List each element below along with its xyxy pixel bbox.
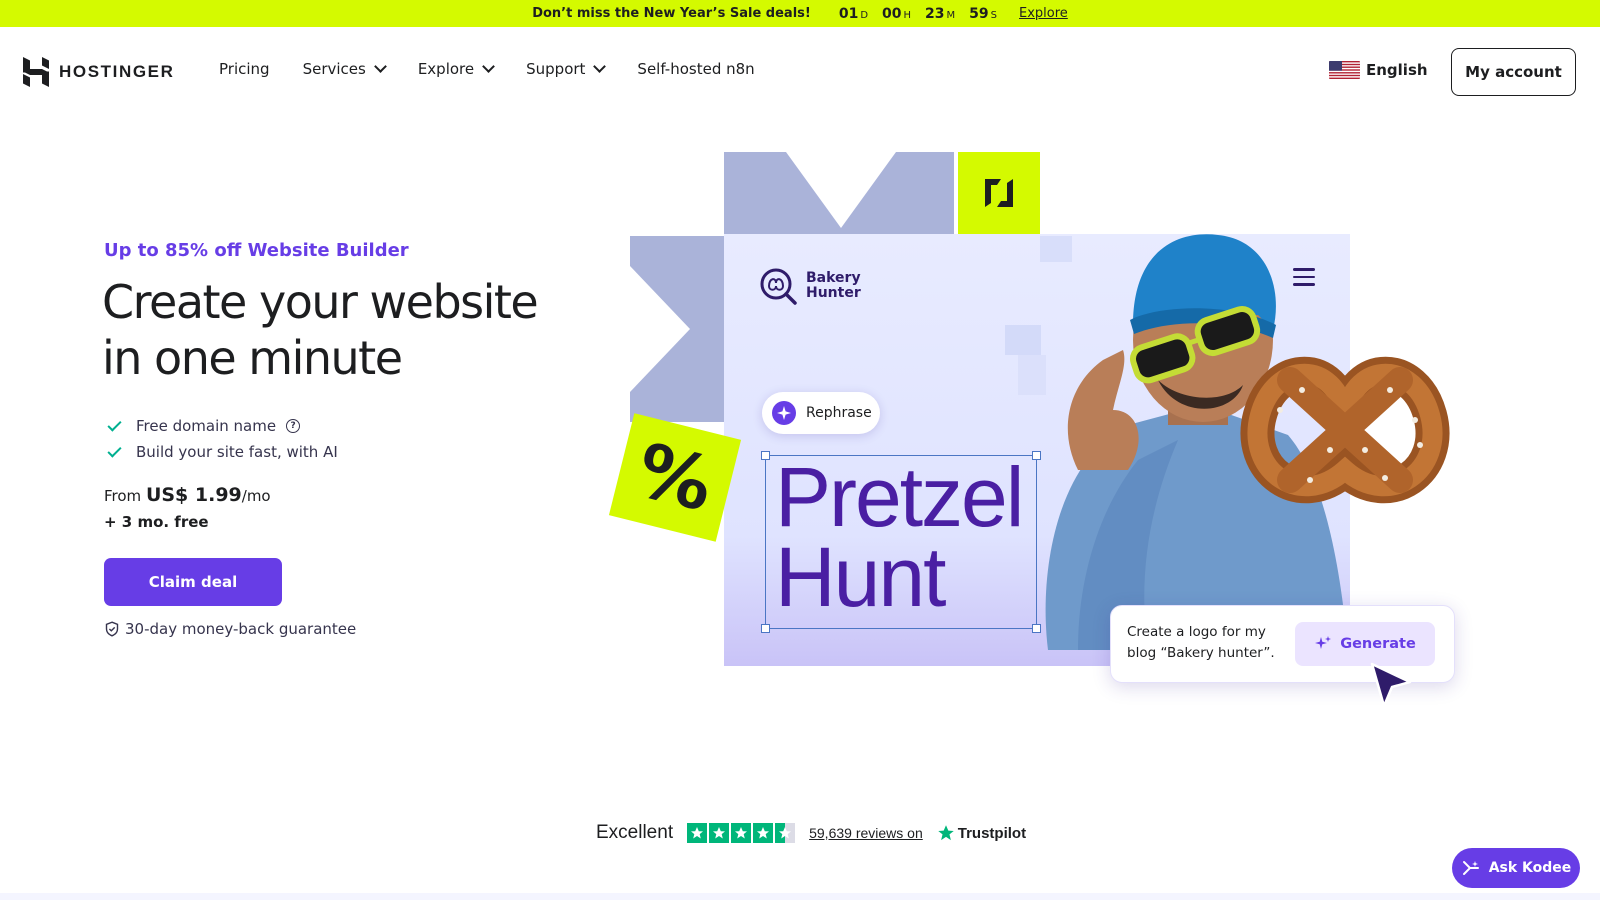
nav-self-hosted-n8n[interactable]: Self-hosted n8n — [637, 60, 754, 78]
money-back-guarantee: 30-day money-back guarantee — [104, 620, 356, 638]
kodee-ai-icon — [1462, 861, 1479, 875]
nav-services[interactable]: Services — [303, 60, 387, 78]
sparkle-icon — [772, 401, 796, 425]
magnifier-pretzel-icon — [760, 268, 797, 305]
claim-deal-button[interactable]: Claim deal — [104, 558, 282, 606]
star-half-icon — [775, 823, 796, 843]
pretzel-image — [1240, 356, 1450, 504]
check-icon — [107, 442, 122, 458]
next-section-edge — [0, 893, 1600, 900]
timer-hours: 00 H — [882, 5, 912, 22]
nav-support[interactable]: Support — [526, 60, 607, 78]
trustpilot-rating: Excellent 59,639 reviews on Trustpilot — [596, 822, 1026, 844]
star-icon — [731, 823, 752, 843]
feature-list: Free domain name ? Build your site fast,… — [107, 413, 338, 465]
star-icon — [709, 823, 730, 843]
nav-pricing[interactable]: Pricing — [219, 60, 270, 78]
hero-eyebrow: Up to 85% off Website Builder — [104, 240, 409, 261]
price-amount: US$ 1.99 — [145, 484, 242, 506]
help-icon[interactable]: ? — [286, 419, 301, 433]
us-flag-icon — [1329, 61, 1360, 79]
prompt-text: Create a logo for my blog “Bakery hunter… — [1127, 624, 1275, 661]
feature-item: Free domain name ? — [107, 413, 338, 439]
logo-text: HOSTINGER — [59, 62, 175, 81]
timer-days: 01 D — [838, 5, 869, 22]
nav-links: Pricing Services Explore Support Self-ho… — [219, 60, 755, 78]
chevron-down-icon — [482, 60, 495, 73]
hostinger-mark-icon — [985, 179, 1013, 207]
rephrase-button[interactable]: Rephrase — [762, 392, 880, 434]
main-navigation: HOSTINGER Pricing Services Explore Suppo… — [0, 27, 1600, 117]
chevron-down-icon — [373, 60, 387, 73]
price-line: From US$ 1.99/mo — [104, 484, 271, 506]
countdown-timer: 01 D 00 H 23 M 59 S — [839, 6, 997, 22]
hostinger-logo-icon — [23, 57, 49, 87]
language-label: English — [1366, 61, 1428, 79]
check-icon — [107, 416, 122, 432]
language-selector[interactable]: English — [1329, 61, 1428, 79]
timer-minutes: 23 M — [925, 5, 956, 22]
cursor-arrow-icon — [1370, 662, 1412, 708]
promo-message: Don’t miss the New Year’s Sale deals! — [532, 6, 811, 21]
feature-item: Build your site fast, with AI — [107, 439, 338, 465]
rating-word: Excellent — [596, 822, 674, 843]
trustpilot-logo: Trustpilot — [937, 824, 1026, 842]
sparkles-icon — [1315, 636, 1332, 649]
decor-arrow-shape — [630, 266, 690, 392]
ask-kodee-button[interactable]: Ask Kodee — [1452, 848, 1580, 888]
promo-banner: Don’t miss the New Year’s Sale deals! 01… — [0, 0, 1600, 27]
decor-v-shape — [786, 152, 896, 228]
nav-explore[interactable]: Explore — [418, 60, 495, 78]
trustpilot-star-icon — [938, 825, 954, 841]
my-account-button[interactable]: My account — [1451, 48, 1576, 96]
percent-sticker: % — [608, 413, 742, 542]
price-bonus: + 3 mo. free — [104, 513, 209, 531]
star-icon — [753, 823, 774, 843]
star-icon — [687, 823, 708, 843]
hero-illustration: Bakery Hunter Rephrase Pretzel Hunt % Cr… — [608, 150, 1480, 730]
shield-check-icon — [105, 621, 119, 637]
bakery-hunter-logo: Bakery Hunter — [758, 266, 861, 306]
chevron-down-icon — [593, 60, 607, 73]
star-rating — [687, 823, 796, 843]
reviews-link[interactable]: 59,639 reviews on — [809, 825, 923, 841]
hostinger-logo[interactable]: HOSTINGER — [23, 57, 174, 87]
hero-headline: Create your website in one minute — [102, 275, 539, 385]
promo-explore-link[interactable]: Explore — [1019, 6, 1068, 21]
timer-seconds: 59 S — [969, 5, 997, 22]
site-title-text[interactable]: Pretzel Hunt — [775, 455, 1024, 619]
